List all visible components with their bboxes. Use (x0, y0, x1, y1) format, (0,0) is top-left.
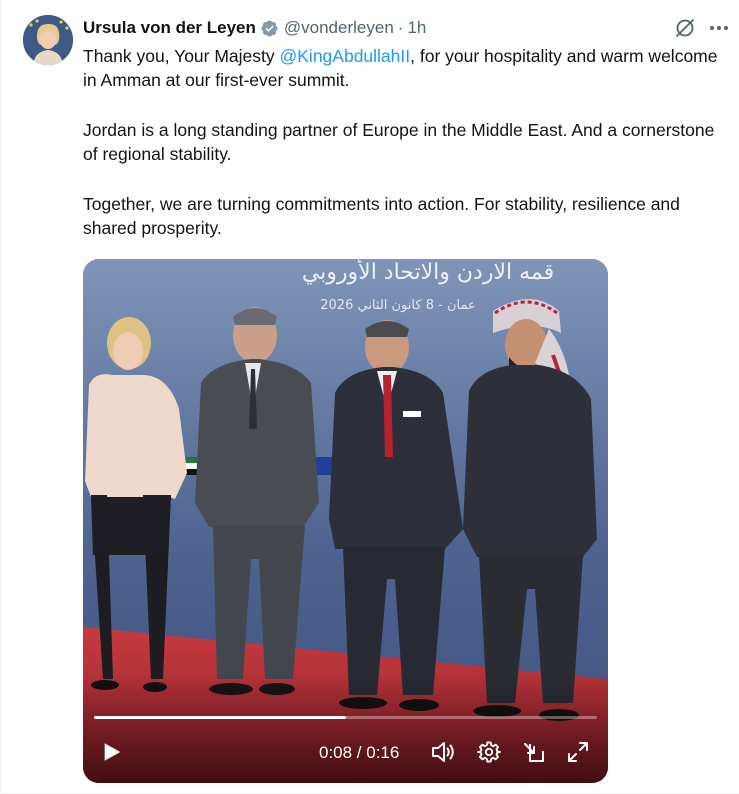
paragraph-2: Jordan is a long standing partner of Eur… (83, 120, 715, 164)
text-segment: Thank you, Your Majesty (83, 46, 280, 66)
play-icon (104, 743, 121, 761)
tweet[interactable]: Ursula von der Leyen @vonderleyen · 1h T… (0, 0, 739, 794)
volume-button[interactable] (430, 739, 456, 765)
time-display: 0:08 / 0:16 (319, 743, 400, 762)
video-player[interactable]: قمه الاردن والاتحاد الأوروبي عمان - 8 كا… (83, 259, 608, 783)
progress-bar[interactable] (94, 716, 597, 719)
avatar[interactable] (23, 15, 73, 65)
volume-icon (432, 742, 454, 762)
verified-badge-icon[interactable] (260, 19, 279, 38)
picture-in-picture-icon (524, 743, 544, 762)
backdrop-title: قمه الاردن والاتحاد الأوروبي (302, 259, 554, 285)
more-icon[interactable] (707, 16, 731, 40)
pip-button[interactable] (521, 739, 547, 765)
tweet-text: Thank you, Your Majesty @KingAbdullahII,… (83, 44, 723, 240)
mention-link[interactable]: @KingAbdullahII (280, 46, 411, 66)
display-name[interactable]: Ursula von der Leyen (83, 18, 256, 38)
progress-fill (94, 716, 346, 719)
separator-dot: · (397, 18, 404, 37)
tweet-header: Ursula von der Leyen @vonderleyen · 1h (83, 16, 426, 40)
fullscreen-button[interactable] (565, 739, 591, 765)
grok-icon[interactable] (673, 16, 697, 40)
paragraph-3: Together, we are turning commitments int… (83, 194, 680, 238)
gear-icon (477, 741, 501, 763)
avatar-image (23, 15, 73, 65)
handle[interactable]: @vonderleyen (284, 18, 394, 38)
backdrop-subtitle: عمان - 8 كانون الثاني 2026 (320, 298, 475, 313)
timestamp[interactable]: 1h (407, 18, 426, 38)
fullscreen-icon (568, 742, 588, 762)
play-button[interactable] (99, 739, 125, 765)
video-controls: 0:08 / 0:16 (83, 735, 608, 775)
settings-button[interactable] (476, 739, 502, 765)
paragraph-1: Thank you, Your Majesty @KingAbdullahII,… (83, 44, 723, 92)
